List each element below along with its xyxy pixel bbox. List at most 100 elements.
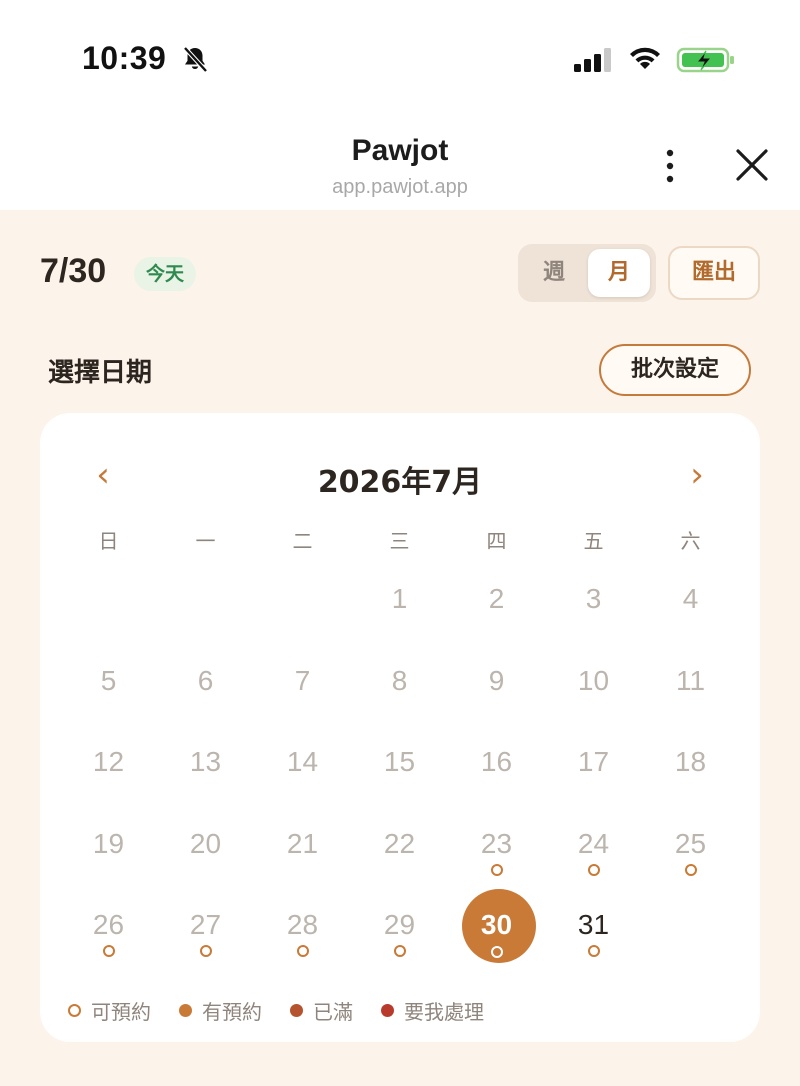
- legend-item: 有預約: [179, 996, 262, 1025]
- calendar-day-14[interactable]: 14: [254, 726, 351, 808]
- legend-dot: [179, 1003, 192, 1017]
- weekday-header: 日 一 二 三 四 五 六: [60, 525, 740, 555]
- calendar-empty-cell: [254, 563, 351, 645]
- calendar-day-19[interactable]: 19: [60, 808, 157, 890]
- calendar-day-6[interactable]: 6: [157, 645, 254, 727]
- calendar-week-row: 5 6 7 8 9 10 11: [60, 645, 740, 727]
- day-number: 24: [577, 827, 610, 859]
- available-indicator-dot: [491, 946, 503, 958]
- calendar-day-26[interactable]: 26: [60, 889, 157, 971]
- batch-settings-button[interactable]: 批次設定: [599, 344, 751, 396]
- calendar-card: ‹ 2026年7月 › 日 一 二 三 四 五 六 1 2 3 4 5 6 7 8 9 10 11 1…: [40, 413, 760, 1042]
- status-bar: 10:39: [0, 0, 800, 110]
- calendar-day-4[interactable]: 4: [642, 563, 739, 645]
- day-number: 27: [189, 909, 222, 940]
- legend-dot: [68, 1003, 81, 1017]
- calendar-day-13[interactable]: 13: [157, 726, 254, 808]
- weekday-label: 六: [680, 529, 701, 553]
- current-date: 7/30: [40, 252, 107, 290]
- day-number: 11: [675, 664, 706, 696]
- weekday-label: 一: [195, 529, 216, 553]
- calendar-day-10[interactable]: 10: [545, 645, 642, 727]
- calendar-day-23[interactable]: 23: [448, 808, 545, 890]
- calendar-legend: 可預約 有預約 已滿 要我處理: [68, 995, 512, 1025]
- status-time: 10:39: [82, 40, 167, 76]
- day-number: 10: [577, 664, 610, 696]
- next-month-button[interactable]: ›: [682, 455, 712, 495]
- calendar-day-1[interactable]: 1: [351, 563, 448, 645]
- calendar-day-7[interactable]: 7: [254, 645, 351, 727]
- day-number: 29: [383, 909, 416, 940]
- legend-item: 已滿: [290, 996, 353, 1025]
- legend-dot: [381, 1003, 394, 1017]
- day-number: 19: [92, 827, 125, 859]
- day-number: 8: [391, 664, 408, 696]
- calendar-day-5[interactable]: 5: [60, 645, 157, 727]
- more-options-icon[interactable]: [652, 146, 688, 186]
- day-number: 6: [197, 664, 214, 696]
- available-indicator-dot: [394, 945, 406, 957]
- day-number: 14: [286, 746, 319, 777]
- available-indicator-dot: [588, 863, 600, 876]
- calendar-day-20[interactable]: 20: [157, 808, 254, 890]
- calendar-day-30[interactable]: 30: [448, 889, 545, 971]
- legend-item: 可預約: [68, 996, 151, 1025]
- day-number: 2: [488, 583, 505, 614]
- week-view-button[interactable]: 週: [524, 249, 584, 297]
- available-indicator-dot: [103, 945, 115, 957]
- day-number: 26: [92, 909, 125, 940]
- browser-header: Pawjot app.pawjot.app: [0, 110, 800, 210]
- day-number: 3: [585, 583, 602, 614]
- legend-dot: [290, 1003, 303, 1017]
- day-number: 22: [383, 827, 416, 859]
- cellular-signal-icon: [574, 48, 611, 72]
- weekday-label: 五: [583, 529, 604, 553]
- weekday-label: 二: [292, 529, 313, 553]
- day-number: 1: [391, 583, 408, 614]
- close-icon[interactable]: [730, 146, 774, 186]
- calendar-day-12[interactable]: 12: [60, 726, 157, 808]
- calendar-day-16[interactable]: 16: [448, 726, 545, 808]
- month-view-button[interactable]: 月: [588, 249, 650, 297]
- calendar-day-21[interactable]: 21: [254, 808, 351, 890]
- bell-off-icon: [183, 46, 208, 73]
- calendar-day-27[interactable]: 27: [157, 889, 254, 971]
- calendar-day-9[interactable]: 9: [448, 645, 545, 727]
- day-number: 16: [480, 746, 513, 777]
- calendar-day-15[interactable]: 15: [351, 726, 448, 808]
- weekday-label: 三: [389, 529, 410, 553]
- available-indicator-dot: [685, 863, 697, 876]
- calendar-day-18[interactable]: 18: [642, 726, 739, 808]
- app-content: 7/30 今天 週 月 匯出 選擇日期 批次設定 ‹ 2026年7月 › 日 一…: [0, 210, 800, 1086]
- calendar-grid: 1 2 3 4 5 6 7 8 9 10 11 12 13 14 15 16 17 18 19 20 21 22 23 24 2…: [60, 563, 740, 971]
- export-button[interactable]: 匯出: [668, 246, 760, 300]
- legend-label: 可預約: [91, 999, 151, 1024]
- available-indicator-dot: [200, 945, 212, 957]
- weekday-label: 日: [98, 529, 119, 553]
- available-indicator-dot: [491, 863, 503, 876]
- calendar-day-22[interactable]: 22: [351, 808, 448, 890]
- legend-item: 要我處理: [381, 996, 484, 1025]
- calendar-day-28[interactable]: 28: [254, 889, 351, 971]
- calendar-day-11[interactable]: 11: [642, 645, 739, 727]
- available-indicator-dot: [588, 945, 600, 957]
- day-number: 21: [286, 827, 319, 859]
- calendar-day-31[interactable]: 31: [545, 889, 642, 971]
- calendar-empty-cell: [642, 889, 739, 971]
- calendar-day-24[interactable]: 24: [545, 808, 642, 890]
- calendar-day-8[interactable]: 8: [351, 645, 448, 727]
- calendar-day-29[interactable]: 29: [351, 889, 448, 971]
- battery-charging-icon: [676, 47, 734, 73]
- day-number: 5: [100, 664, 117, 696]
- calendar-day-2[interactable]: 2: [448, 563, 545, 645]
- calendar-day-3[interactable]: 3: [545, 563, 642, 645]
- calendar-week-row: 12 13 14 15 16 17 18: [60, 726, 740, 808]
- calendar-day-17[interactable]: 17: [545, 726, 642, 808]
- day-number: 15: [383, 746, 416, 777]
- day-number: 31: [577, 909, 610, 940]
- calendar-week-row: 1 2 3 4: [60, 563, 740, 645]
- day-number: 30: [480, 909, 513, 940]
- calendar-week-row: 19 20 21 22 23 24 25: [60, 808, 740, 890]
- calendar-day-25[interactable]: 25: [642, 808, 739, 890]
- calendar-empty-cell: [60, 563, 157, 645]
